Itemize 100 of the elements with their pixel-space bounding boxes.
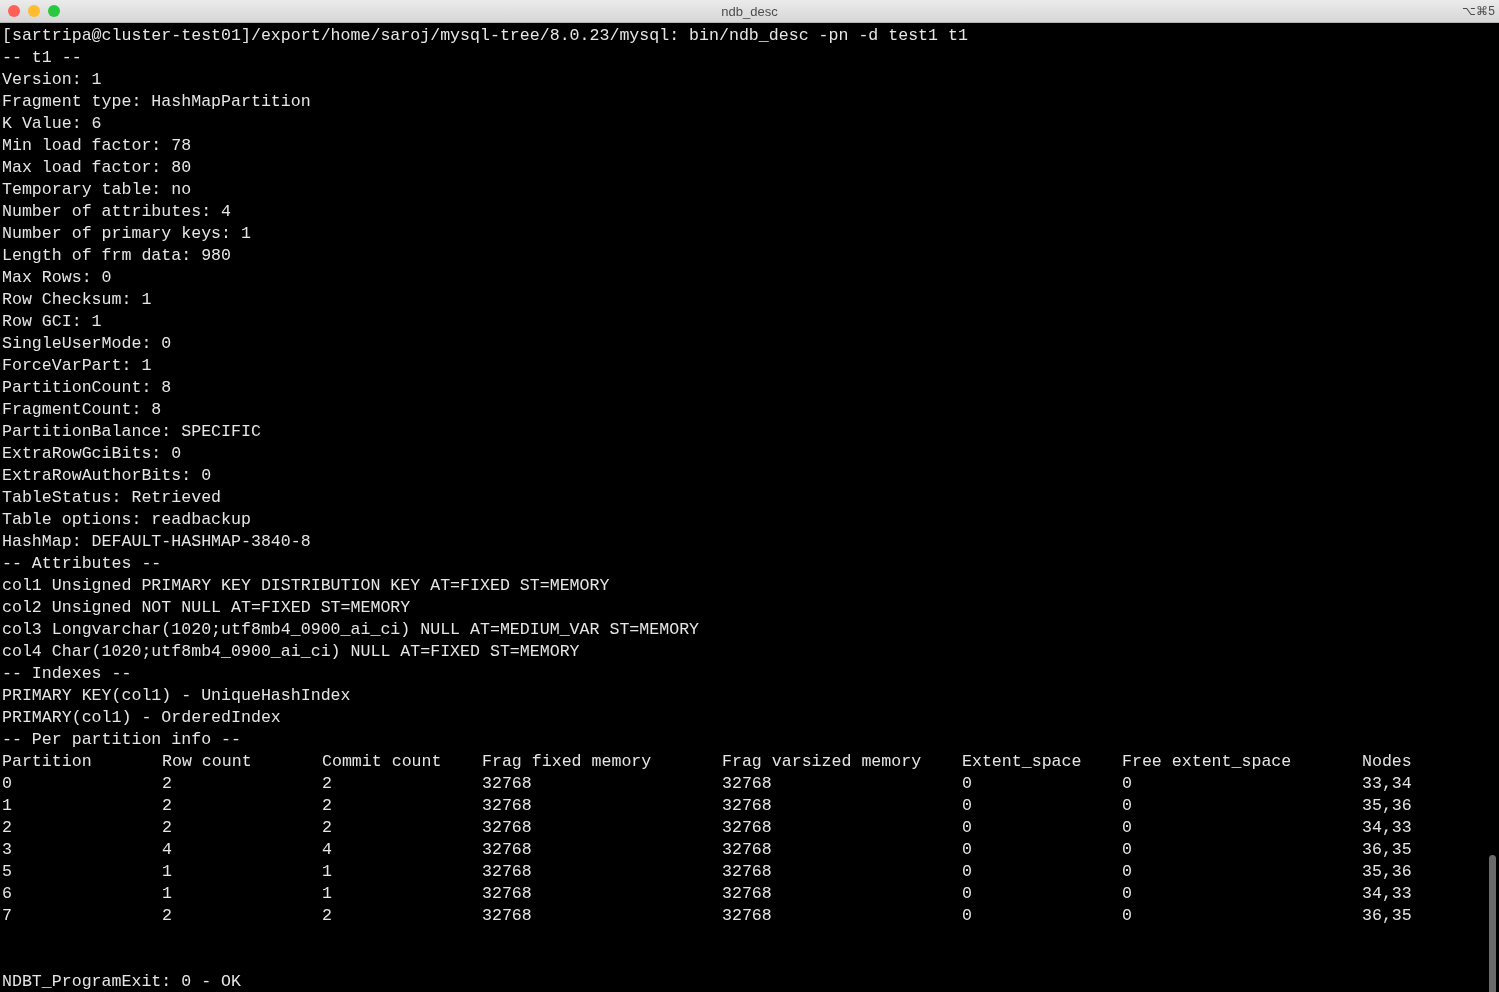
scrollbar-thumb[interactable] xyxy=(1489,855,1496,992)
table-cell: 32768 xyxy=(722,817,772,839)
table-cell: 2 xyxy=(322,795,332,817)
output-line: PartitionBalance: SPECIFIC xyxy=(2,421,261,443)
table-cell: 32768 xyxy=(482,883,532,905)
output-line: NDBT_ProgramExit: 0 - OK xyxy=(2,971,241,992)
output-line: Temporary table: no xyxy=(2,179,192,201)
table-cell: 2 xyxy=(162,817,172,839)
minimize-button[interactable] xyxy=(28,5,40,17)
output-line: K Value: 6 xyxy=(2,113,102,135)
column-header: Partition xyxy=(2,751,92,773)
table-cell: 2 xyxy=(322,773,332,795)
output-line: Max Rows: 0 xyxy=(2,267,112,289)
table-cell: 35,36 xyxy=(1362,795,1412,817)
column-header: Frag fixed memory xyxy=(482,751,652,773)
table-cell: 0 xyxy=(962,883,972,905)
table-cell: 1 xyxy=(322,883,332,905)
table-cell: 6 xyxy=(2,883,12,905)
output-line: Row GCI: 1 xyxy=(2,311,102,333)
shortcut-label: ⌥⌘5 xyxy=(1462,4,1496,18)
table-cell: 32768 xyxy=(482,817,532,839)
output-line: col4 Char(1020;utf8mb4_0900_ai_ci) NULL AT=FIXED ST=MEMORY xyxy=(2,641,580,663)
table-cell: 0 xyxy=(962,795,972,817)
output-line: FragmentCount: 8 xyxy=(2,399,162,421)
table-cell: 0 xyxy=(1122,839,1132,861)
table-cell: 32768 xyxy=(722,773,772,795)
output-line: ForceVarPart: 1 xyxy=(2,355,152,377)
table-cell: 1 xyxy=(2,795,12,817)
output-line: ExtraRowAuthorBits: 0 xyxy=(2,465,212,487)
table-cell: 32768 xyxy=(482,773,532,795)
table-cell: 2 xyxy=(162,905,172,927)
table-cell: 0 xyxy=(962,817,972,839)
table-cell: 32768 xyxy=(482,861,532,883)
table-cell: 32768 xyxy=(722,861,772,883)
table-cell: 32768 xyxy=(722,883,772,905)
table-cell: 0 xyxy=(962,905,972,927)
output-line: ExtraRowGciBits: 0 xyxy=(2,443,182,465)
table-cell: 0 xyxy=(1122,773,1132,795)
window-title: ndb_desc xyxy=(721,3,778,19)
table-cell: 36,35 xyxy=(1362,839,1412,861)
table-cell: 0 xyxy=(1122,817,1132,839)
table-cell: 36,35 xyxy=(1362,905,1412,927)
column-header: Nodes xyxy=(1362,751,1412,773)
table-cell: 32768 xyxy=(722,905,772,927)
table-cell: 32768 xyxy=(482,905,532,927)
output-line: PRIMARY(col1) - OrderedIndex xyxy=(2,707,281,729)
output-line: SingleUserMode: 0 xyxy=(2,333,172,355)
table-cell: 2 xyxy=(322,905,332,927)
zoom-button[interactable] xyxy=(48,5,60,17)
table-cell: 2 xyxy=(322,817,332,839)
table-cell: 4 xyxy=(162,839,172,861)
table-cell: 32768 xyxy=(722,839,772,861)
output-line: -- Attributes -- xyxy=(2,553,162,575)
table-cell: 32768 xyxy=(482,795,532,817)
output-line: Version: 1 xyxy=(2,69,102,91)
close-button[interactable] xyxy=(8,5,20,17)
output-line: Table options: readbackup xyxy=(2,509,251,531)
table-cell: 32768 xyxy=(482,839,532,861)
table-cell: 2 xyxy=(162,773,172,795)
table-cell: 0 xyxy=(962,773,972,795)
table-cell: 35,36 xyxy=(1362,861,1412,883)
table-cell: 1 xyxy=(322,861,332,883)
output-line: Number of primary keys: 1 xyxy=(2,223,251,245)
column-header: Extent_space xyxy=(962,751,1082,773)
table-cell: 1 xyxy=(162,883,172,905)
output-line: Min load factor: 78 xyxy=(2,135,192,157)
output-line: TableStatus: Retrieved xyxy=(2,487,222,509)
output-line: -- Per partition info -- xyxy=(2,729,241,751)
output-line: -- t1 -- xyxy=(2,47,82,69)
table-cell: 4 xyxy=(322,839,332,861)
output-line: HashMap: DEFAULT-HASHMAP-3840-8 xyxy=(2,531,311,553)
table-cell: 32768 xyxy=(722,795,772,817)
table-cell: 0 xyxy=(1122,883,1132,905)
column-header: Free extent_space xyxy=(1122,751,1292,773)
column-header: Row count xyxy=(162,751,252,773)
table-cell: 3 xyxy=(2,839,12,861)
output-line: Number of attributes: 4 xyxy=(2,201,232,223)
output-line: PRIMARY KEY(col1) - UniqueHashIndex xyxy=(2,685,351,707)
table-cell: 7 xyxy=(2,905,12,927)
table-cell: 33,34 xyxy=(1362,773,1412,795)
output-line: Fragment type: HashMapPartition xyxy=(2,91,311,113)
table-cell: 0 xyxy=(1122,905,1132,927)
table-cell: 5 xyxy=(2,861,12,883)
output-line: Length of frm data: 980 xyxy=(2,245,232,267)
output-line: col1 Unsigned PRIMARY KEY DISTRIBUTION KEY AT=FIXED ST=MEMORY xyxy=(2,575,610,597)
table-cell: 1 xyxy=(162,861,172,883)
output-line: Max load factor: 80 xyxy=(2,157,192,179)
output-line: -- Indexes -- xyxy=(2,663,132,685)
output-line: col3 Longvarchar(1020;utf8mb4_0900_ai_ci) NULL AT=MEDIUM_VAR ST=MEMORY xyxy=(2,619,700,641)
output-line: [sartripa@cluster-test01]/export/home/saroj/mysql-tree/8.0.23/mysql: bin/ndb_desc -pn -d test1 t1 xyxy=(2,25,968,47)
table-cell: 0 xyxy=(1122,795,1132,817)
table-cell: 0 xyxy=(2,773,12,795)
output-line: PartitionCount: 8 xyxy=(2,377,172,399)
column-header: Commit count xyxy=(322,751,442,773)
column-header: Frag varsized memory xyxy=(722,751,922,773)
table-cell: 0 xyxy=(962,839,972,861)
output-line: col2 Unsigned NOT NULL AT=FIXED ST=MEMORY xyxy=(2,597,411,619)
table-cell: 34,33 xyxy=(1362,883,1412,905)
table-cell: 2 xyxy=(162,795,172,817)
table-cell: 2 xyxy=(2,817,12,839)
